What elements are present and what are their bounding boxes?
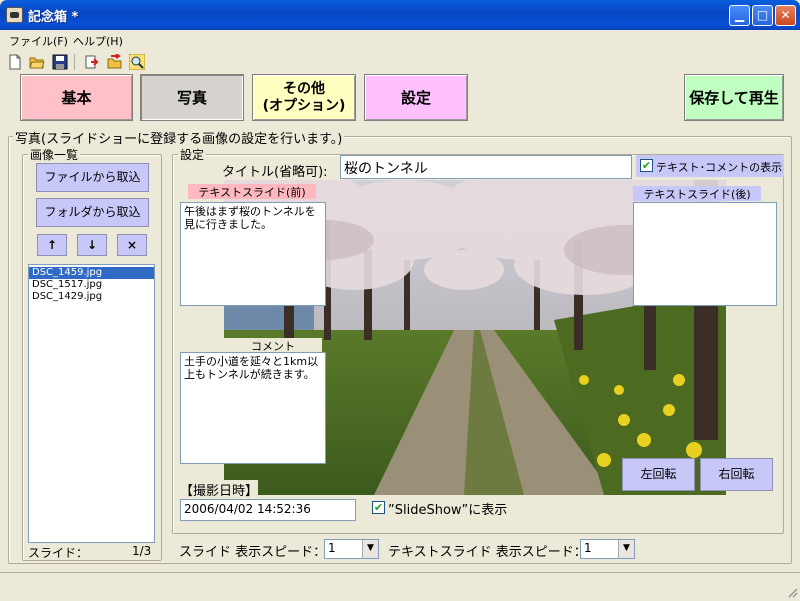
text-slide-before-input[interactable]: 午後はまず桜のトンネルを見に行きました。 — [180, 202, 326, 306]
title-bar[interactable] — [0, 0, 800, 30]
photo-group-title: 写真(スライドショーに登録する画像の設定を行います。) — [13, 128, 345, 147]
list-item[interactable]: DSC_1429.jpg — [29, 291, 154, 303]
comment-input[interactable]: 土手の小道を延々と1km以上もトンネルが続きます。 — [180, 352, 326, 464]
text-speed-select[interactable]: 1 ▼ — [580, 539, 635, 559]
tab-kihon[interactable]: 基本 — [20, 74, 133, 121]
open-folder-icon[interactable] — [29, 54, 45, 70]
rotate-right-button[interactable]: 右回転 — [700, 458, 773, 491]
date-input[interactable]: 2006/04/02 14:52:36 — [180, 499, 356, 521]
text-speed-value: 1 — [584, 541, 592, 555]
import-from-folder-button[interactable]: フォルダから取込 — [36, 198, 149, 227]
toolbar-separator — [74, 54, 75, 70]
slide-label: スライド： — [28, 546, 89, 560]
date-label: 【撮影日時】 — [180, 480, 259, 499]
import-from-file-button[interactable]: ファイルから取込 — [36, 163, 149, 192]
app-icon — [6, 7, 23, 23]
import-icon[interactable] — [107, 53, 123, 70]
close-icon: ✕ — [780, 8, 791, 22]
slide-count: 1/3 — [132, 544, 152, 558]
resize-grip-icon[interactable] — [786, 586, 798, 598]
title-label: タイトル(省略可): — [222, 161, 328, 180]
menu-file[interactable]: ファイル(F) — [9, 33, 68, 49]
tab-sonota-label: その他 — [282, 80, 325, 97]
text-slide-after-input[interactable] — [633, 202, 777, 306]
search-icon[interactable] — [128, 53, 146, 71]
minimize-button[interactable]: ▁ — [729, 5, 750, 26]
minimize-icon: ▁ — [734, 8, 745, 22]
export-icon[interactable] — [84, 54, 100, 70]
move-down-button[interactable]: ↓ — [77, 234, 107, 256]
delete-image-button[interactable]: × — [117, 234, 147, 256]
maximize-icon: □ — [756, 8, 769, 22]
text-slide-before-label: テキストスライド(前) — [188, 184, 316, 199]
slideshow-checkbox[interactable]: ✔ — [372, 501, 385, 514]
maximize-button[interactable]: □ — [752, 5, 773, 26]
window-title: 記念箱 * — [28, 10, 79, 25]
image-file-list[interactable]: DSC_1459.jpg DSC_1517.jpg DSC_1429.jpg — [28, 264, 155, 543]
tab-sonota[interactable]: その他 (オプション) — [252, 74, 356, 121]
slide-speed-label: スライド 表示スピード： — [179, 545, 327, 560]
slide-speed-value: 1 — [328, 541, 336, 555]
tab-settei[interactable]: 設定 — [364, 74, 468, 121]
slideshow-label: ”SlideShow”に表示 — [388, 503, 508, 518]
chevron-down-icon[interactable]: ▼ — [362, 540, 378, 558]
text-slide-after-label: テキストスライド(後) — [633, 186, 761, 201]
title-input[interactable]: 桜のトンネル — [340, 155, 632, 179]
close-button[interactable]: ✕ — [775, 5, 796, 26]
image-list-title: 画像一覧 — [28, 146, 81, 163]
save-and-play-button[interactable]: 保存して再生 — [684, 74, 784, 121]
text-speed-label: テキストスライド 表示スピード： — [388, 545, 587, 560]
rotate-left-button[interactable]: 左回転 — [622, 458, 695, 491]
comment-label: コメント — [224, 338, 322, 353]
list-item[interactable]: DSC_1517.jpg — [29, 279, 154, 291]
chevron-down-icon[interactable]: ▼ — [618, 540, 634, 558]
slide-speed-select[interactable]: 1 ▼ — [324, 539, 379, 559]
tab-sonota-sublabel: (オプション) — [262, 97, 346, 114]
tab-shashin[interactable]: 写真 — [140, 74, 244, 121]
list-item-selected[interactable]: DSC_1459.jpg — [29, 267, 154, 279]
show-text-comment-checkbox[interactable]: ✔ — [640, 159, 653, 172]
new-file-icon[interactable] — [7, 54, 23, 70]
settings-title: 設定 — [178, 146, 207, 163]
status-bar — [0, 572, 800, 600]
menu-help[interactable]: ヘルプ(H) — [73, 33, 123, 49]
show-text-comment-label: テキスト･コメントの表示 — [656, 161, 783, 174]
move-up-button[interactable]: ↑ — [37, 234, 67, 256]
save-icon[interactable] — [52, 54, 68, 70]
